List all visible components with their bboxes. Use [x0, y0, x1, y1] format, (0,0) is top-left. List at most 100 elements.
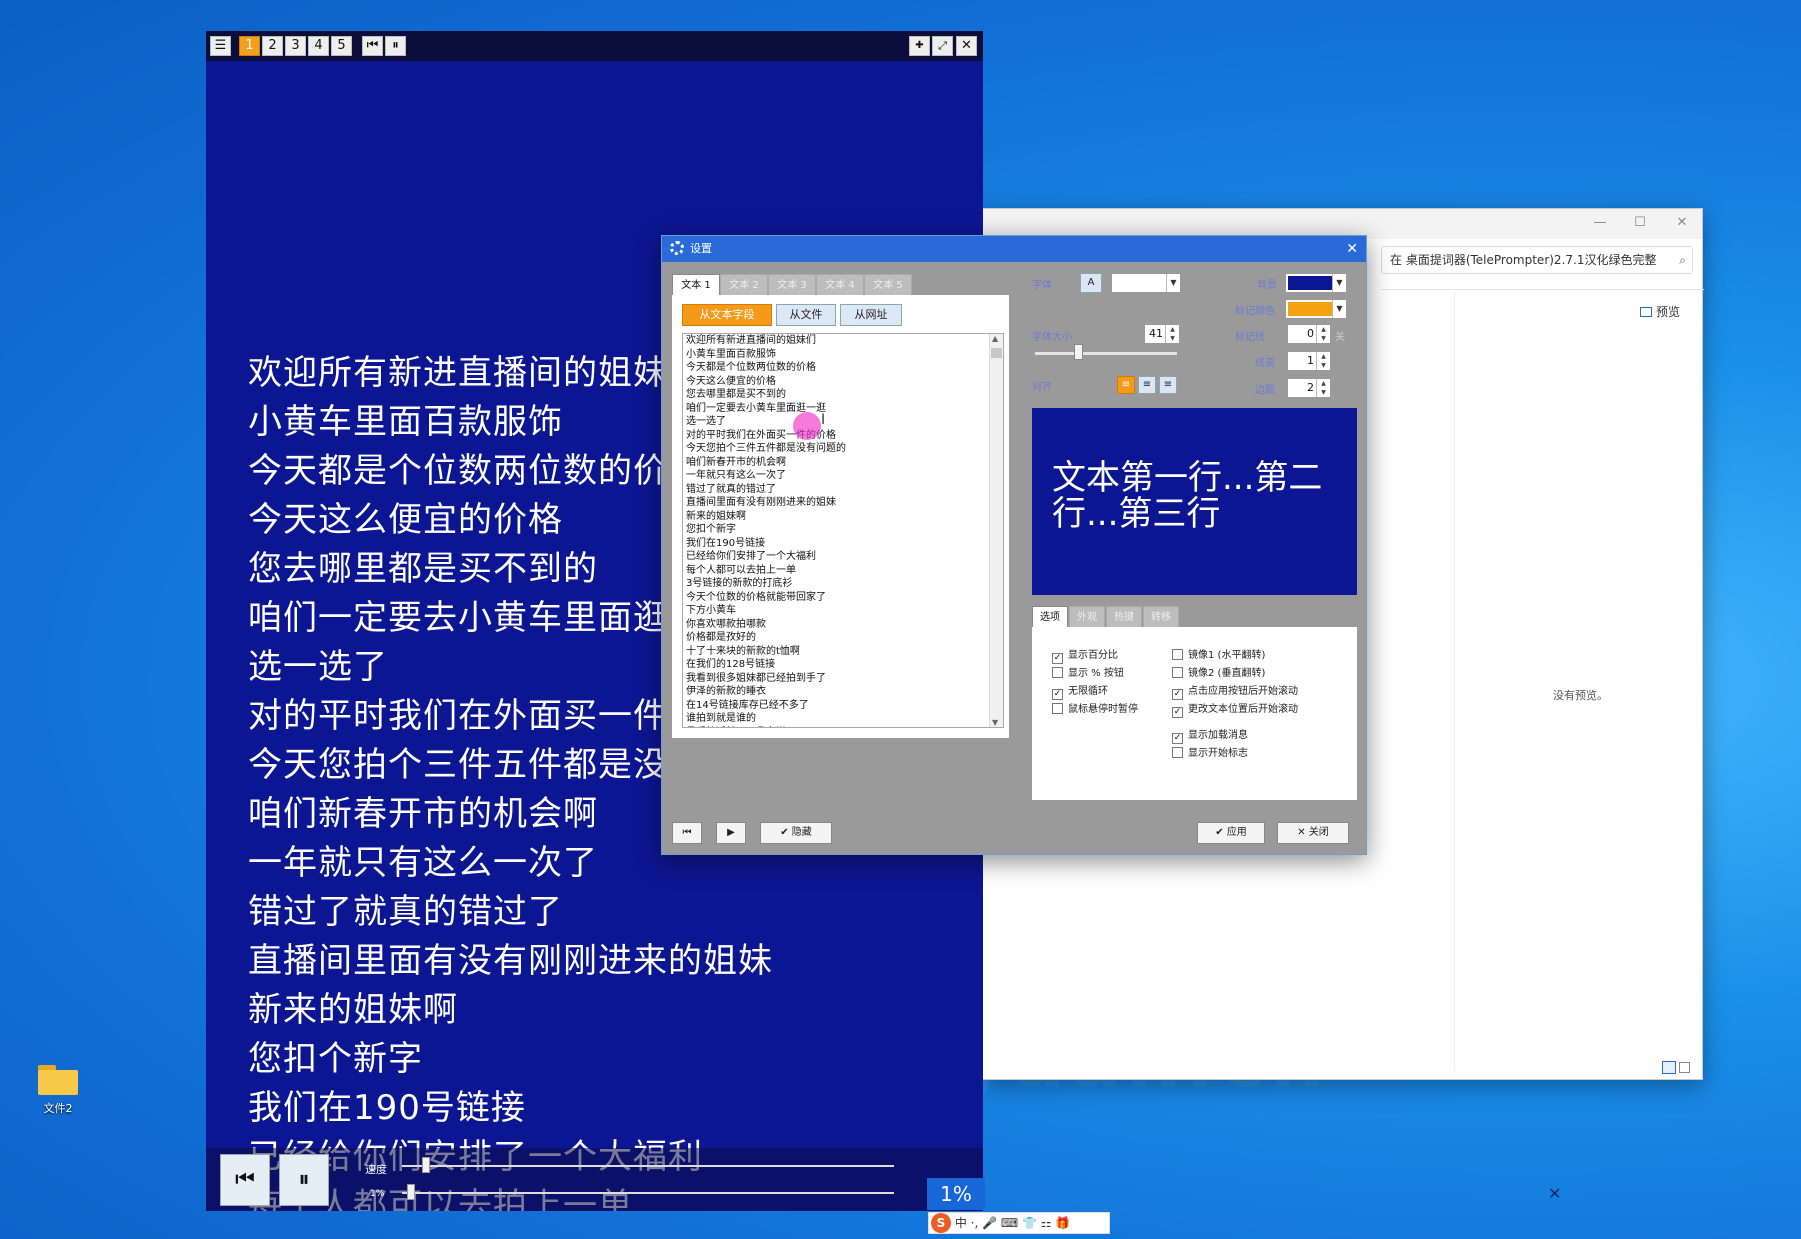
apply-button[interactable]: ✔ 应用	[1197, 822, 1265, 844]
rewind-button[interactable]: ⏮	[672, 822, 702, 844]
option-checkbox[interactable]: 鼠标悬停时暂停	[1052, 700, 1138, 715]
checkbox-checked-icon[interactable]	[1172, 689, 1183, 700]
tab-appearance[interactable]: 外观	[1069, 606, 1105, 628]
tab-text-4[interactable]: 文本 4	[816, 274, 864, 296]
stepper-arrows-icon[interactable]: ▲ ▼	[1316, 325, 1330, 343]
search-input[interactable]: 在 桌面提词器(TelePrompter)2.7.1汉化绿色完整 ⌕	[1381, 246, 1693, 274]
speed-slider-track[interactable]	[402, 1165, 894, 1167]
text-editor-row: 已经给你们安排了一个大福利	[686, 551, 816, 562]
details-view-icon[interactable]	[1662, 1061, 1676, 1074]
tab-text-2[interactable]: 文本 2	[720, 274, 768, 296]
maximize-button[interactable]: ☐	[1629, 213, 1651, 233]
speed-label: 速度	[365, 1163, 387, 1176]
tab-text-3[interactable]: 文本 3	[768, 274, 816, 296]
ime-toolbar[interactable]: S 中 ·, 🎤 ⌨ 👕 ⚏ 🎁	[928, 1212, 1110, 1234]
marker-line-stepper[interactable]: 0 ▲ ▼	[1287, 324, 1331, 344]
margin-label: 边距	[1255, 385, 1275, 396]
text-editor-row: 欢迎所有新进直播间的姐妹们	[686, 335, 816, 346]
play-button[interactable]: ▶	[716, 822, 746, 844]
font-picker-button[interactable]: A	[1080, 273, 1102, 293]
font-size-slider-knob[interactable]	[1073, 344, 1083, 360]
text-slot-4-button[interactable]: 4	[308, 36, 329, 56]
scrollbar-thumb[interactable]	[991, 348, 1002, 358]
pause-icon[interactable]: ⏸	[385, 36, 406, 56]
text-slot-1-button[interactable]: 1	[239, 36, 260, 56]
marker-color-select[interactable]: ▼	[1285, 299, 1347, 319]
option-checkbox[interactable]: 点击应用按钮后开始滚动	[1172, 682, 1298, 700]
tab-text-1[interactable]: 文本 1	[672, 274, 720, 296]
font-size-stepper[interactable]: 41 ▲ ▼	[1144, 324, 1180, 344]
checkbox-checked-icon[interactable]	[1172, 733, 1183, 744]
text-editor[interactable]: 欢迎所有新进直播间的姐妹们 小黄车里面百款服饰 今天都是个位数两位数的价格 今天这么便…	[682, 333, 1004, 728]
checkbox-unchecked-icon[interactable]	[1172, 667, 1183, 678]
close-button[interactable]: ✕	[1671, 213, 1693, 233]
text-editor-scrollbar[interactable]: ▲ ▼	[989, 334, 1003, 727]
option-checkbox[interactable]: 显示百分比	[1052, 646, 1118, 664]
stepper-arrows-icon[interactable]: ▲ ▼	[1316, 379, 1330, 397]
preview-button[interactable]: 预览	[1640, 303, 1680, 320]
percent-badge: 1%	[927, 1178, 985, 1210]
progress-slider-knob[interactable]	[406, 1184, 415, 1200]
margin-stepper[interactable]: 2 ▲ ▼	[1287, 378, 1331, 398]
progress-slider-track[interactable]	[402, 1192, 894, 1194]
text-editor-row: 你喜欢哪款拍哪款	[686, 618, 766, 630]
option-checkbox[interactable]: 镜像2 (垂直翻转)	[1172, 664, 1265, 679]
desktop-folder-icon-item[interactable]: 文件2	[28, 1065, 88, 1116]
close-icon[interactable]: ✕	[956, 36, 977, 56]
large-icons-view-icon[interactable]	[1679, 1062, 1690, 1073]
from-text-field-button[interactable]: 从文本字段	[682, 304, 772, 326]
checkbox-unchecked-icon[interactable]	[1172, 649, 1183, 660]
pin-icon[interactable]: ✚	[909, 36, 930, 56]
text-slot-3-button[interactable]: 3	[285, 36, 306, 56]
font-select[interactable]: ▼	[1111, 273, 1181, 293]
checkbox-checked-icon[interactable]	[1172, 707, 1183, 718]
option-checkbox[interactable]: 显示开始标志	[1172, 744, 1248, 759]
hide-button[interactable]: ✔ 隐藏	[760, 822, 832, 844]
stepper-arrows-icon[interactable]: ▲ ▼	[1165, 325, 1179, 343]
align-left-button[interactable]: ≡	[1117, 376, 1135, 394]
option-label: 鼠标悬停时暂停	[1068, 704, 1138, 715]
option-checkbox[interactable]: 无限循环	[1052, 682, 1108, 700]
checkbox-unchecked-icon[interactable]	[1052, 667, 1063, 678]
option-checkbox[interactable]: 显示加载消息	[1172, 726, 1248, 744]
close-icon[interactable]: ✕	[1346, 236, 1358, 262]
text-slot-5-button[interactable]: 5	[331, 36, 352, 56]
sogou-ime-icon[interactable]: S	[931, 1213, 951, 1233]
tab-options[interactable]: 选项	[1032, 606, 1068, 628]
speed-slider-knob[interactable]	[421, 1157, 430, 1173]
background-color-select[interactable]: ▼	[1285, 273, 1347, 293]
preview-pane-icon	[1640, 307, 1652, 317]
line-spacing-stepper[interactable]: 1 ▲ ▼	[1287, 351, 1331, 371]
font-size-slider-track[interactable]	[1035, 352, 1177, 355]
text-slot-2-button[interactable]: 2	[262, 36, 283, 56]
tab-hotkeys[interactable]: 热键	[1106, 606, 1142, 628]
checkbox-unchecked-icon[interactable]	[1172, 747, 1183, 758]
rewind-button[interactable]: ⏮	[220, 1154, 270, 1206]
text-editor-row: 您去哪里都是买不到的	[686, 389, 786, 400]
checkbox-checked-icon[interactable]	[1052, 689, 1063, 700]
tab-text-5[interactable]: 文本 5	[864, 274, 912, 296]
minimize-button[interactable]: —	[1589, 213, 1611, 233]
checkbox-checked-icon[interactable]	[1052, 653, 1063, 664]
scroll-down-icon[interactable]: ▼	[992, 718, 998, 727]
close-button[interactable]: ✕ 关闭	[1277, 822, 1349, 844]
rewind-icon[interactable]: ⏮	[362, 36, 383, 56]
from-file-button[interactable]: 从文件	[776, 304, 836, 326]
tab-transfer[interactable]: 转移	[1143, 606, 1179, 628]
fullscreen-icon[interactable]: ⤢	[932, 36, 953, 56]
stepper-arrows-icon[interactable]: ▲ ▼	[1316, 352, 1330, 370]
checkbox-unchecked-icon[interactable]	[1052, 703, 1063, 714]
option-checkbox[interactable]: 显示 % 按钮	[1052, 664, 1124, 679]
option-checkbox[interactable]: 镜像1 (水平翻转)	[1172, 646, 1265, 661]
scroll-up-icon[interactable]: ▲	[992, 334, 998, 343]
text-editor-row: 咱们新春开市的机会啊	[686, 456, 786, 468]
text-editor-row: 您扣个新字	[686, 524, 736, 535]
from-url-button[interactable]: 从网址	[840, 304, 902, 326]
menu-icon[interactable]: ☰	[210, 36, 231, 56]
align-center-button[interactable]: ≡	[1138, 376, 1156, 394]
pause-button[interactable]: ⏸	[279, 1154, 329, 1206]
notification-close-icon[interactable]: ✕	[1548, 1184, 1561, 1203]
option-label: 显示加载消息	[1188, 730, 1248, 741]
align-right-button[interactable]: ≡	[1159, 376, 1177, 394]
option-checkbox[interactable]: 更改文本位置后开始滚动	[1172, 700, 1298, 718]
